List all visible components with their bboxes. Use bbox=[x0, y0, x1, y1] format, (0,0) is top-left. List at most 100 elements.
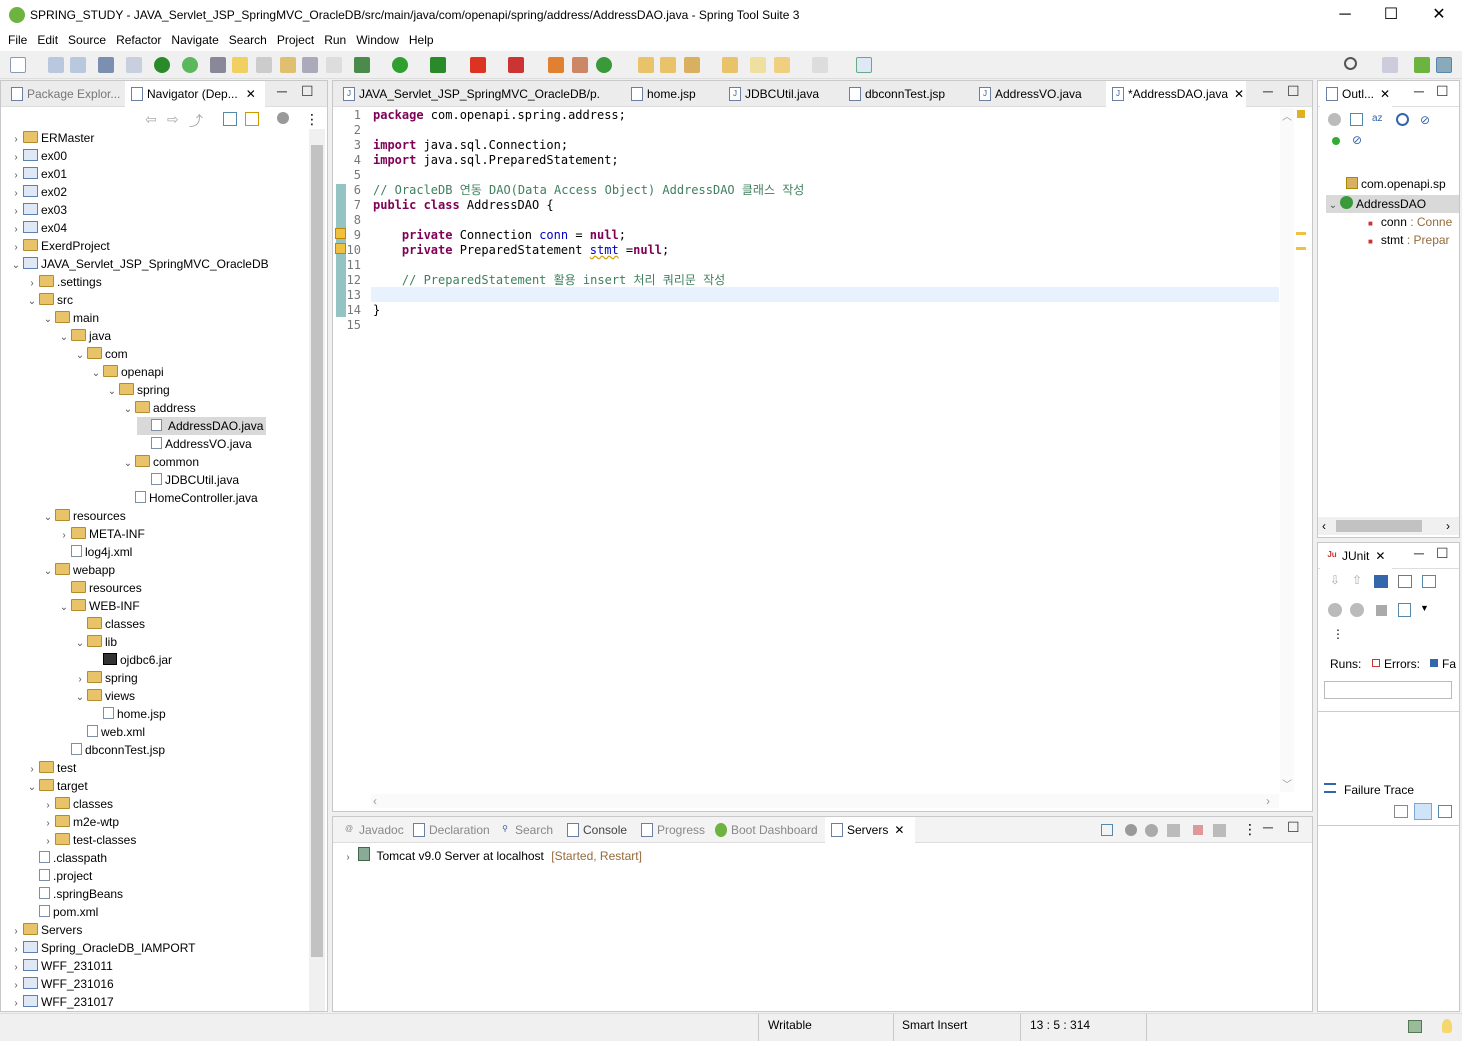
java-perspective-icon[interactable] bbox=[1436, 57, 1452, 73]
collapse-icon[interactable] bbox=[1101, 824, 1113, 836]
tab-editor-servlet[interactable]: J JAVA_Servlet_JSP_SpringMVC_OracleDB/p..… bbox=[337, 81, 601, 107]
tab-javadoc[interactable]: @ Javadoc bbox=[337, 817, 417, 843]
rerun-icon[interactable] bbox=[1328, 603, 1342, 617]
collapse-all-icon[interactable] bbox=[1328, 113, 1341, 126]
scrollbar-thumb[interactable] bbox=[311, 145, 323, 957]
annotation-icon[interactable] bbox=[280, 57, 296, 73]
tree-item[interactable]: › WFF_231017 bbox=[9, 993, 114, 1011]
scroll-right-icon[interactable]: › bbox=[1446, 519, 1450, 533]
tree-item[interactable]: ⌄ target bbox=[25, 777, 88, 795]
close-icon[interactable]: ✕ bbox=[1234, 87, 1244, 101]
compare-icon[interactable] bbox=[1394, 805, 1408, 818]
tree-item[interactable]: ⌄ address bbox=[121, 399, 196, 417]
menu-help[interactable]: Help bbox=[404, 30, 439, 51]
tree-item[interactable]: › ex04 bbox=[9, 219, 67, 237]
menu-project[interactable]: Project bbox=[272, 30, 319, 51]
close-icon[interactable]: ✕ bbox=[1380, 87, 1390, 101]
new-java-icon[interactable] bbox=[596, 57, 612, 73]
collapse-icon[interactable]: ⌄ bbox=[73, 689, 87, 707]
tab-console[interactable]: Console bbox=[561, 817, 637, 843]
tree-item[interactable]: home.jsp bbox=[89, 705, 166, 723]
spring-icon[interactable] bbox=[548, 57, 564, 73]
editor-hscrollbar[interactable]: ‹ › bbox=[371, 794, 1279, 808]
tab-junit[interactable]: Ju JUnit ✕ bbox=[1320, 543, 1392, 569]
close-button[interactable]: ✕ bbox=[1416, 0, 1462, 30]
menu-refactor[interactable]: Refactor bbox=[111, 30, 166, 51]
collapse-icon[interactable]: ⌄ bbox=[89, 365, 103, 383]
warning-marker[interactable] bbox=[1296, 247, 1306, 250]
scrollbar-thumb[interactable] bbox=[1336, 520, 1422, 532]
heap-icon[interactable] bbox=[1408, 1020, 1422, 1033]
layout-icon[interactable] bbox=[1398, 603, 1411, 617]
code-comment[interactable]: // PreparedStatement 활용 insert 처리 쿼리문 작성 bbox=[373, 273, 725, 288]
collapse-icon[interactable]: ⌄ bbox=[121, 401, 135, 419]
maximize-icon[interactable]: ☐ bbox=[1436, 83, 1449, 100]
debug-icon[interactable] bbox=[354, 57, 370, 73]
maximize-button[interactable]: ☐ bbox=[1368, 0, 1414, 30]
save-all-icon[interactable] bbox=[70, 57, 86, 73]
outline-field[interactable]: ■ stmt : Prepar bbox=[1368, 231, 1450, 251]
last-edit-icon[interactable] bbox=[750, 57, 766, 73]
tab-dbconntest[interactable]: dbconnTest.jsp bbox=[843, 81, 963, 107]
tree-item[interactable]: ⌄ views bbox=[73, 687, 135, 705]
view-menu-icon[interactable]: ⋮ bbox=[305, 111, 319, 128]
code-line[interactable]: import java.sql.Connection; bbox=[373, 138, 568, 153]
code-line[interactable]: } bbox=[373, 303, 380, 318]
code-line[interactable]: private PreparedStatement stmt =null; bbox=[373, 243, 669, 258]
tree-item[interactable]: ⌄ com bbox=[73, 345, 128, 363]
scroll-left-icon[interactable]: ‹ bbox=[373, 794, 377, 808]
collapse-icon[interactable]: ⌄ bbox=[25, 779, 39, 797]
outline-class[interactable]: ⌄ AddressDAO bbox=[1326, 195, 1459, 213]
tab-home-jsp[interactable]: home.jsp bbox=[625, 81, 725, 107]
tree-item[interactable]: HomeController.java bbox=[121, 489, 258, 507]
next-failure-icon[interactable]: ⇩ bbox=[1330, 573, 1340, 587]
collapse-icon[interactable]: ⌄ bbox=[25, 293, 39, 311]
coverage-icon[interactable] bbox=[430, 57, 446, 73]
open-folder-icon[interactable] bbox=[660, 57, 676, 73]
warning-icon[interactable] bbox=[335, 243, 346, 254]
tab-declaration[interactable]: Declaration bbox=[407, 817, 497, 843]
collapse-icon[interactable]: ⌄ bbox=[57, 329, 71, 347]
sort-az-icon[interactable]: az bbox=[1372, 113, 1386, 126]
scroll-right-icon[interactable]: › bbox=[1266, 794, 1270, 808]
outline-field[interactable]: ■ conn : Conne bbox=[1368, 213, 1452, 233]
sort-icon[interactable] bbox=[1350, 113, 1363, 126]
external-tools-icon[interactable] bbox=[508, 57, 524, 73]
toggle-icon[interactable] bbox=[210, 57, 226, 73]
tab-progress[interactable]: Progress bbox=[635, 817, 711, 843]
tree-item[interactable]: resources bbox=[57, 579, 142, 597]
tree-item[interactable]: › ExerdProject bbox=[9, 237, 110, 255]
spring-perspective-icon[interactable] bbox=[1414, 57, 1430, 73]
tree-item[interactable]: AddressVO.java bbox=[137, 435, 252, 453]
tree-item[interactable]: › ex00 bbox=[9, 147, 67, 165]
tab-servers[interactable]: Servers ✕ bbox=[825, 817, 915, 843]
view-menu-icon[interactable]: ⋮ bbox=[1243, 821, 1257, 838]
collapse-icon[interactable]: ⌄ bbox=[73, 635, 87, 653]
tree-item[interactable]: ojdbc6.jar bbox=[89, 651, 172, 669]
stop-server-icon[interactable] bbox=[1193, 825, 1203, 835]
outline-package[interactable]: com.openapi.sp bbox=[1346, 177, 1446, 191]
minimize-icon[interactable]: ─ bbox=[1263, 83, 1273, 99]
cursor-position[interactable]: 13 : 5 : 314 bbox=[1030, 1018, 1090, 1032]
debug-server-icon[interactable] bbox=[1125, 824, 1137, 836]
tree-item[interactable]: ⌄ common bbox=[121, 453, 199, 471]
terminate-icon[interactable] bbox=[470, 57, 486, 73]
tree-item[interactable]: .springBeans bbox=[25, 885, 123, 903]
collapse-all-icon[interactable] bbox=[223, 112, 237, 126]
menu-source[interactable]: Source bbox=[63, 30, 111, 51]
maximize-icon[interactable]: ☐ bbox=[301, 83, 314, 100]
scroll-down-icon[interactable]: ﹀ bbox=[1282, 776, 1292, 791]
back-nav-icon[interactable]: ⇦ bbox=[145, 111, 157, 128]
maximize-icon[interactable]: ☐ bbox=[1436, 545, 1449, 562]
history-icon[interactable] bbox=[1422, 575, 1436, 588]
tab-package-explorer[interactable]: Package Explor... bbox=[5, 81, 123, 107]
tab-navigator[interactable]: Navigator (Dep... ✕ bbox=[125, 81, 265, 107]
minimize-icon[interactable]: ─ bbox=[1414, 545, 1424, 561]
tree-item[interactable]: › .settings bbox=[25, 273, 102, 291]
view-menu-icon[interactable]: ⋮ bbox=[1332, 627, 1344, 641]
open-perspective-icon[interactable] bbox=[856, 57, 872, 73]
hide-local-icon[interactable]: ⊘ bbox=[1352, 133, 1365, 147]
scroll-up-icon[interactable]: ︿ bbox=[1282, 108, 1292, 123]
menu-run[interactable]: Run bbox=[319, 30, 351, 51]
collapse-icon[interactable]: ⌄ bbox=[73, 347, 87, 365]
